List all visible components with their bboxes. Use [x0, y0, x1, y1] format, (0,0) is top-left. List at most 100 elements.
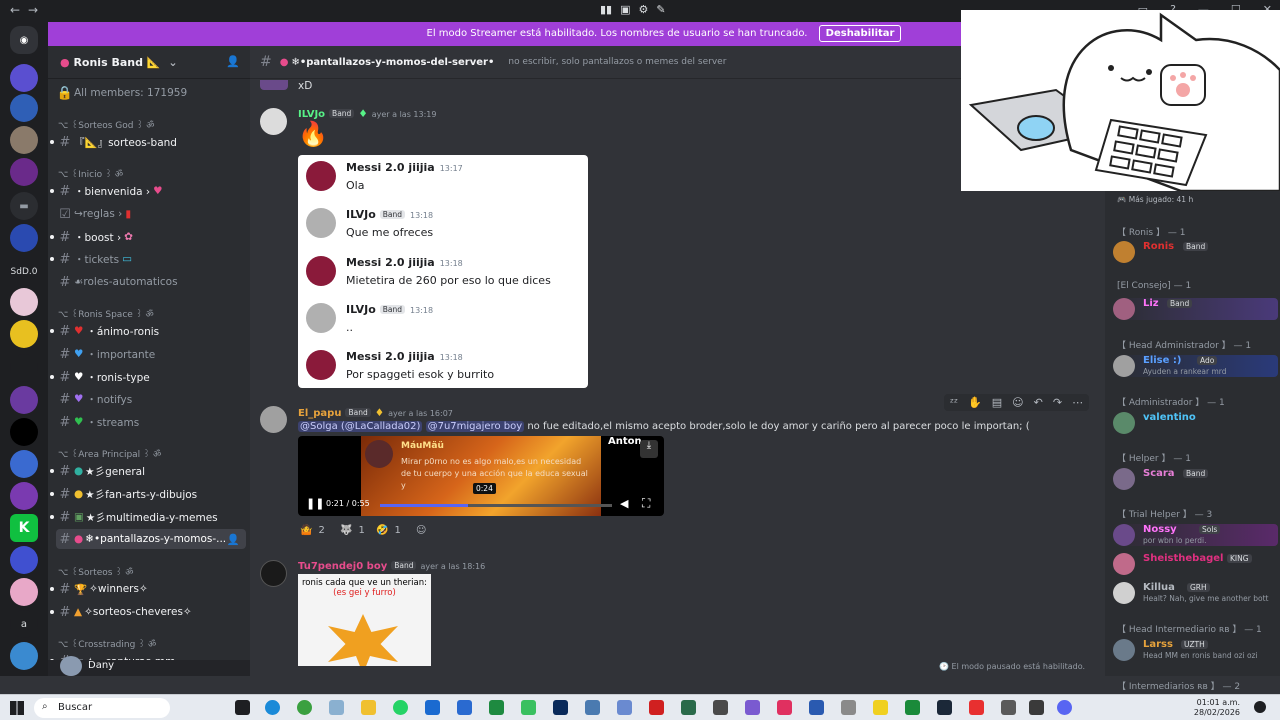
channel-reglas[interactable]: ☑ ↪reglas › ▮: [56, 204, 246, 224]
member-item[interactable]: Scara Band: [1113, 468, 1278, 490]
overlay-icon[interactable]: ▣: [620, 3, 630, 16]
server-icon[interactable]: [10, 126, 38, 154]
more-options-icon[interactable]: ⋯: [1072, 396, 1083, 409]
thumbs-emoji-icon[interactable]: ✋: [968, 396, 982, 409]
app-icon[interactable]: [809, 700, 824, 715]
fullscreen-icon[interactable]: ⛶: [642, 496, 650, 511]
forward-arrow-icon[interactable]: →: [28, 3, 38, 17]
server-icon[interactable]: [10, 354, 38, 382]
member-item[interactable]: Sheisthebagel.. KING: [1113, 553, 1278, 575]
app-icon[interactable]: [777, 700, 792, 715]
server-icon[interactable]: [10, 158, 38, 186]
channel-ronis-type[interactable]: # ♥ ・ronis-type: [50, 367, 246, 387]
discord-home-icon[interactable]: ◉: [10, 26, 38, 54]
author-name[interactable]: Tu7pendej0 boy: [298, 561, 387, 572]
sleep-emoji-icon[interactable]: ᶻᶻ: [950, 396, 958, 409]
avatar[interactable]: [260, 80, 288, 90]
kick-server-icon[interactable]: K: [10, 514, 38, 542]
server-icon[interactable]: [10, 482, 38, 510]
app-icon[interactable]: [713, 700, 728, 715]
app-icon[interactable]: [585, 700, 600, 715]
discord-icon[interactable]: [1057, 700, 1072, 715]
app-icon[interactable]: [745, 700, 760, 715]
folder-icon[interactable]: ▬: [10, 192, 38, 220]
taskbar-clock[interactable]: 01:01 a.m. 28/02/2026: [1194, 698, 1240, 718]
video-progress-track[interactable]: [380, 504, 612, 507]
reply-icon[interactable]: ↶: [1034, 396, 1043, 409]
volume-icon[interactable]: ◀: [620, 497, 628, 510]
folder-icon[interactable]: [361, 700, 376, 715]
server-icon[interactable]: [10, 94, 38, 122]
disable-streamer-button[interactable]: Deshabilitar: [818, 25, 902, 42]
category-area-principal[interactable]: ⌥ ꒰Area Principal ꒱ ॐ: [58, 447, 161, 460]
mention[interactable]: @Solga (@LaCallada02): [298, 421, 423, 432]
author-name[interactable]: ILVJo: [298, 109, 325, 120]
category-ronis-space[interactable]: ⌥ ꒰Ronis Space ꒱ ॐ: [58, 307, 154, 320]
member-item[interactable]: Elise :) Ado Ayuden a rankear mrd: [1113, 355, 1278, 377]
xbox-icon[interactable]: [905, 700, 920, 715]
windows-start-icon[interactable]: [10, 701, 24, 715]
reaction[interactable]: 🐺 1: [340, 520, 365, 540]
server-icon[interactable]: [10, 320, 38, 348]
author-name[interactable]: El_papu: [298, 408, 341, 419]
server-icon[interactable]: [10, 642, 38, 670]
app-icon[interactable]: [969, 700, 984, 715]
taskbar-search[interactable]: ⌕ Buscar: [34, 698, 170, 718]
channel-fan-arts[interactable]: # ● ★彡fan-arts-y-dibujos: [50, 484, 246, 504]
back-arrow-icon[interactable]: ←: [10, 3, 20, 17]
avatar[interactable]: [60, 656, 82, 676]
calculator-icon[interactable]: [841, 700, 856, 715]
member-item[interactable]: Killua GRH Healt? Nah, give me another bot…: [1113, 582, 1278, 604]
server-icon[interactable]: [10, 224, 38, 252]
add-reaction-icon[interactable]: ☺: [416, 520, 426, 540]
app-icon[interactable]: [521, 700, 536, 715]
app-icon[interactable]: [681, 700, 696, 715]
edge-icon[interactable]: [265, 700, 280, 715]
server-icon[interactable]: [10, 546, 38, 574]
avatar[interactable]: [260, 108, 287, 135]
server-icon[interactable]: [10, 418, 38, 446]
settings-icon[interactable]: [1001, 700, 1016, 715]
app-icon[interactable]: [1029, 700, 1044, 715]
category-crosstrading[interactable]: ⌥ ꒰Crosstrading ꒱ ॐ: [58, 637, 156, 650]
server-icon[interactable]: [10, 288, 38, 316]
outlook-icon[interactable]: [425, 700, 440, 715]
whatsapp-icon[interactable]: [393, 700, 408, 715]
user-panel[interactable]: Dany: [48, 656, 250, 676]
server-icon[interactable]: [10, 64, 38, 92]
pause-icon[interactable]: ▮▮: [600, 3, 612, 16]
channel-boost[interactable]: # ・boost › ✿: [50, 227, 246, 247]
channel-bienvenida[interactable]: # ・bienvenida › ♥: [50, 181, 246, 201]
reaction[interactable]: 🤷 2: [300, 520, 325, 540]
download-icon[interactable]: ⤓: [640, 440, 658, 458]
server-label-a[interactable]: a: [10, 610, 38, 638]
chrome-icon[interactable]: [297, 700, 312, 715]
server-icon[interactable]: [10, 386, 38, 414]
category-sorteos-god[interactable]: ⌥ ꒰Sorteos God ꒱ ॐ: [58, 118, 154, 131]
pause-icon[interactable]: ❚❚: [306, 497, 324, 510]
channel-streams[interactable]: # ♥ ・streams: [56, 412, 246, 432]
channel-general[interactable]: # ● ★彡general: [50, 461, 246, 481]
member-item[interactable]: valentino: [1113, 412, 1278, 434]
screenshot-attachment[interactable]: Messi 2.0 jiijia 13:17 Ola ILVJo Band 13:18…: [298, 155, 588, 388]
avatar[interactable]: [260, 406, 287, 433]
add-reaction-icon[interactable]: ☺: [1012, 396, 1023, 409]
member-item[interactable]: Nossy Sols por wbn lo perdi.: [1113, 524, 1278, 546]
channel-tickets[interactable]: # ・tickets ▭: [50, 249, 246, 269]
note-emoji-icon[interactable]: ▤: [992, 396, 1002, 409]
channel-pantallazos[interactable]: # ● ❄•pantallazos-y-momos-... 👤: [56, 529, 246, 549]
excel-icon[interactable]: [489, 700, 504, 715]
channel-sorteos-cheveres[interactable]: # ▲ ✧sorteos-cheveres✧: [50, 602, 246, 622]
settings-icon[interactable]: ⚙: [639, 3, 649, 16]
steam-icon[interactable]: [937, 700, 952, 715]
avatar[interactable]: [260, 560, 287, 587]
forward-icon[interactable]: ↷: [1053, 396, 1062, 409]
photoshop-icon[interactable]: [553, 700, 568, 715]
acrobat-icon[interactable]: [649, 700, 664, 715]
channel-roles-automaticos[interactable]: # ☙roles-automaticos: [56, 272, 246, 292]
app-icon[interactable]: [873, 700, 888, 715]
server-name-header[interactable]: ● Ronis Band 📐 ⌄ 👤: [48, 46, 250, 79]
add-user-icon[interactable]: 👤: [226, 55, 240, 68]
member-item[interactable]: Ronis Band: [1113, 241, 1278, 263]
member-item[interactable]: Larss UZTH Head MM en ronis band ozi ozi: [1113, 639, 1278, 661]
